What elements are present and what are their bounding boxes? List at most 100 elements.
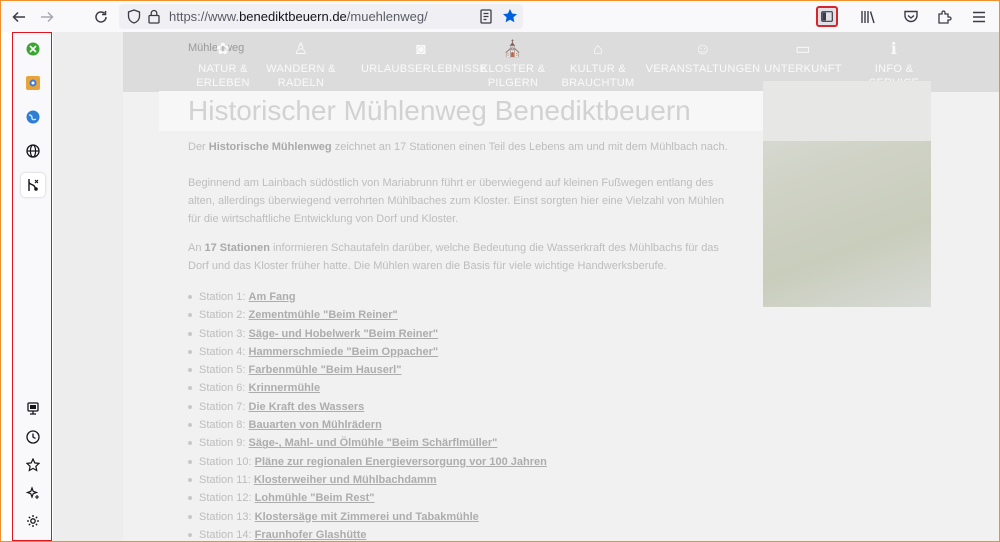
reload-icon — [95, 11, 107, 23]
bed-icon: ▭ — [795, 41, 811, 58]
station-number: Station 6: — [199, 382, 246, 395]
station-link[interactable]: Hammerschmiede "Beim Oppacher" — [249, 346, 439, 358]
sidebar-item-ai-chatbot[interactable] — [21, 481, 45, 505]
forward-button[interactable] — [35, 5, 59, 29]
nav-unterkunft[interactable]: ▭ UNTERKUNFT — [758, 38, 848, 76]
menu-button[interactable] — [967, 5, 991, 29]
reader-view-icon[interactable] — [480, 9, 492, 24]
gear-icon — [27, 515, 39, 527]
library-icon — [861, 11, 875, 24]
list-item: Station 11: Klosterweiher und Mühlbachda… — [188, 471, 547, 489]
sidebar-item-weather[interactable] — [21, 105, 45, 129]
station-link[interactable]: Zementmühle "Beim Reiner" — [249, 309, 398, 321]
mill-path-photo — [763, 81, 931, 307]
station-number: Station 8: — [199, 419, 246, 432]
intro-bold: Historische Mühlenweg — [208, 141, 332, 153]
intro-pre: Der — [188, 141, 209, 153]
browser-window: https://www.benediktbeuern.de/muehlenweg… — [0, 0, 1000, 542]
para3-bold: 17 Stationen — [204, 242, 270, 254]
station-number: Station 3: — [199, 327, 246, 340]
station-list: Station 1: Am Fang Station 2: Zementmühl… — [188, 288, 547, 541]
station-link[interactable]: Klosterweiher und Mühlbachdamm — [254, 474, 437, 486]
sidebar-item-bookmarks[interactable] — [21, 453, 45, 477]
reload-button[interactable] — [89, 5, 113, 29]
station-number: Station 13: — [199, 510, 252, 523]
flower-icon: ✿ — [216, 41, 230, 58]
list-item: Station 5: Farbenmühle "Beim Hauserl" — [188, 361, 547, 379]
station-link[interactable]: Säge-, Mahl- und Ölmühle "Beim Schärflmü… — [249, 437, 498, 449]
sidebar-item-settings[interactable] — [21, 509, 45, 533]
station-link[interactable]: Lohmühle "Beim Rest" — [255, 492, 375, 504]
branch-compare-icon — [28, 179, 39, 191]
sparkle-icon — [26, 486, 39, 499]
nav-label: VERANSTALTUNGEN — [645, 63, 761, 75]
library-button[interactable] — [856, 5, 880, 29]
list-item: Station 8: Bauarten von Mühlrädern — [188, 416, 547, 434]
list-item: Station 13: Klostersäge mit Zimmerei und… — [188, 508, 547, 526]
sidebar-icon — [821, 11, 833, 22]
back-button[interactable] — [7, 5, 31, 29]
back-arrow-icon — [12, 11, 25, 23]
sidebar-item-xbox[interactable] — [21, 37, 45, 61]
station-number: Station 4: — [199, 345, 246, 358]
list-item: Station 4: Hammerschmiede "Beim Oppacher… — [188, 343, 547, 361]
mask-icon: ☺ — [694, 41, 712, 58]
station-link[interactable]: Farbenmühle "Beim Hauserl" — [249, 364, 402, 376]
browser-toolbar: https://www.benediktbeuern.de/muehlenweg… — [1, 1, 999, 32]
url-text[interactable]: https://www.benediktbeuern.de/muehlenweg… — [169, 9, 428, 24]
nav-label: KULTUR & BRAUCHTUM — [561, 63, 635, 89]
nav-kultur-brauchtum[interactable]: ⌂ KULTUR & BRAUCHTUM — [553, 38, 643, 90]
nav-wandern-radeln[interactable]: ♙ WANDERN & RADELN — [256, 38, 346, 90]
station-number: Station 1: — [199, 291, 246, 303]
monastery-icon: ⛪ — [502, 41, 524, 58]
sidebar-item-photos[interactable] — [21, 71, 45, 95]
nav-urlaubserlebnisse[interactable]: ◙ URLAUBSERLEBNISSE — [361, 38, 487, 76]
web-content: Mühlenweg ✿ NATUR & ERLEBEN ♙ WANDERN & RA… — [53, 32, 999, 541]
pocket-button[interactable] — [899, 5, 923, 29]
star-icon — [26, 458, 40, 472]
extensions-button[interactable] — [933, 5, 957, 29]
sidebar-item-synced-tabs[interactable] — [21, 397, 45, 421]
nav-label: WANDERN & RADELN — [266, 63, 336, 89]
nav-label: KLOSTER & PILGERN — [480, 63, 546, 89]
nav-kloster-pilgern[interactable]: ⛪ KLOSTER & PILGERN — [468, 38, 558, 90]
station-number: Station 7: — [199, 400, 246, 413]
photo-app-icon — [26, 76, 40, 90]
tracking-protection-shield-icon[interactable] — [127, 9, 141, 24]
station-link[interactable]: Klostersäge mit Zimmerei und Tabakmühle — [255, 511, 479, 523]
station-link[interactable]: Fraunhofer Glashütte — [255, 529, 367, 541]
lock-icon[interactable] — [148, 9, 160, 24]
sidebar-item-translate[interactable] — [21, 139, 45, 163]
sidebar-item-history[interactable] — [21, 425, 45, 449]
sidebar-item-compare[interactable] — [21, 173, 45, 197]
list-item: Station 1: Am Fang — [188, 288, 547, 306]
list-item: Station 2: Zementmühle "Beim Reiner" — [188, 306, 547, 324]
list-item: Station 6: Krinnermühle — [188, 379, 547, 397]
station-link[interactable]: Am Fang — [249, 291, 296, 303]
list-item: Station 10: Pläne zur regionalen Energie… — [188, 453, 547, 471]
bookmark-star-icon[interactable] — [502, 8, 518, 24]
sidebar-toggle-button[interactable] — [816, 6, 838, 27]
nav-veranstaltungen[interactable]: ☺ VERANSTALTUNGEN — [643, 38, 763, 76]
museum-icon: ⌂ — [593, 41, 603, 58]
station-link[interactable]: Die Kraft des Wassers — [249, 401, 365, 413]
station-link[interactable]: Pläne zur regionalen Energieversorgung v… — [255, 456, 547, 468]
station-number: Station 5: — [199, 364, 246, 377]
url-domain: benediktbeuern.de — [239, 9, 347, 24]
station-link[interactable]: Bauarten von Mühlrädern — [249, 419, 382, 431]
stations-paragraph: An 17 Stationen informieren Schautafeln … — [188, 239, 733, 275]
station-number: Station 9: — [199, 437, 246, 450]
station-link[interactable]: Krinnermühle — [249, 382, 321, 394]
page-body: Mühlenweg ✿ NATUR & ERLEBEN ♙ WANDERN & RA… — [123, 32, 999, 541]
station-number: Station 11: — [199, 473, 251, 486]
station-link[interactable]: Säge- und Hobelwerk "Beim Reiner" — [249, 328, 439, 340]
list-item: Station 12: Lohmühle "Beim Rest" — [188, 489, 547, 507]
globe-icon — [26, 144, 40, 158]
pocket-icon — [904, 10, 918, 23]
address-bar[interactable]: https://www.benediktbeuern.de/muehlenweg… — [119, 4, 523, 29]
nav-natur-erleben[interactable]: ✿ NATUR & ERLEBEN — [178, 38, 268, 90]
hiker-icon: ♙ — [293, 41, 309, 58]
hamburger-menu-icon — [973, 11, 985, 23]
globe-app-icon — [26, 110, 40, 124]
list-item: Station 3: Säge- und Hobelwerk "Beim Rei… — [188, 325, 547, 343]
